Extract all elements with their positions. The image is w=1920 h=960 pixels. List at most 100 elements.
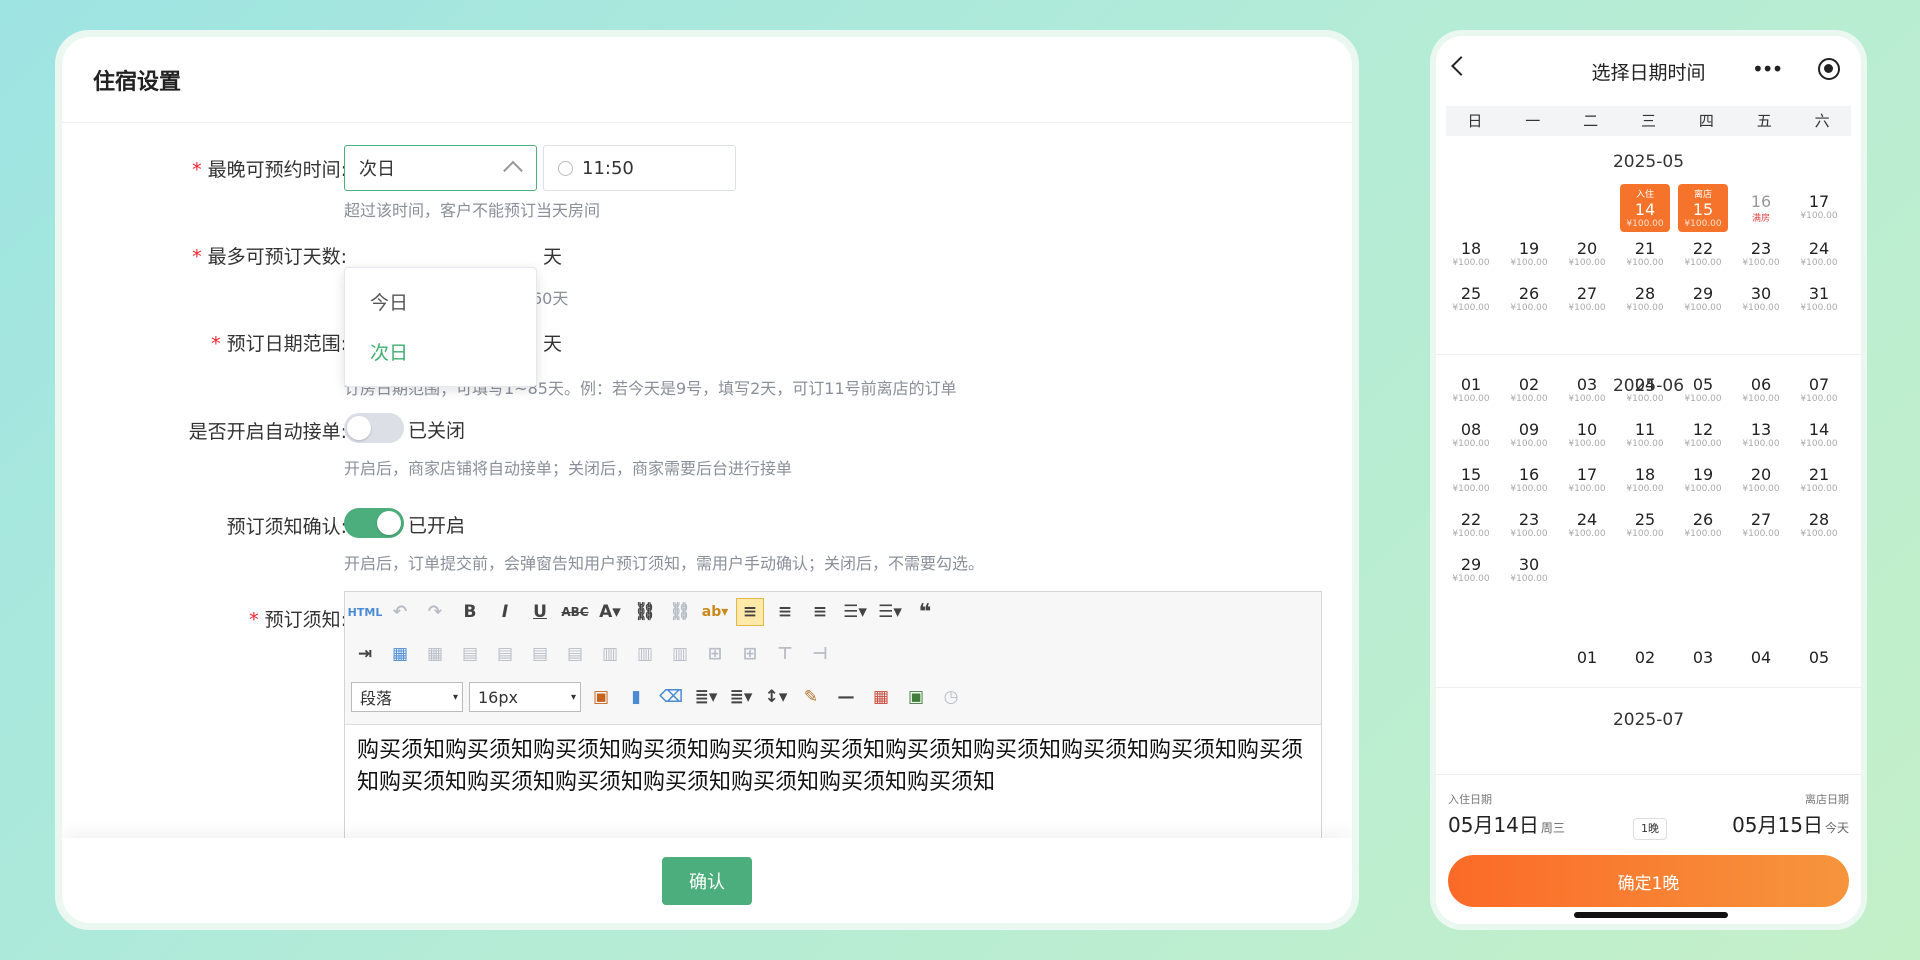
indent-icon[interactable]: ⇥ — [351, 640, 379, 668]
confirm-button[interactable]: 确认 — [662, 856, 752, 905]
calendar-day[interactable]: 10 ¥100.00 — [1562, 412, 1612, 460]
strikethrough-icon[interactable]: ABC — [561, 598, 589, 626]
calendar-day[interactable]: 17 ¥100.00 — [1794, 184, 1844, 232]
calendar-day[interactable]: 18 ¥100.00 — [1446, 231, 1496, 279]
row-spacing-icon[interactable]: ≣▾ — [727, 683, 755, 711]
calendar-day[interactable]: 13 ¥100.00 — [1736, 412, 1786, 460]
html-source-icon[interactable]: HTML — [348, 598, 383, 626]
font-color-icon[interactable]: A▾ — [596, 598, 624, 626]
merge-right-icon[interactable]: ⊞ — [736, 640, 764, 668]
highlight-icon[interactable]: ab▾ — [701, 598, 729, 626]
bullet-list-icon[interactable]: ☰▾ — [841, 598, 869, 626]
more-icon[interactable]: ••• — [1752, 57, 1783, 81]
table-delete-icon[interactable]: ▦ — [421, 640, 449, 668]
calendar-day[interactable]: 20 ¥100.00 — [1736, 457, 1786, 505]
unlink-icon[interactable]: ⛓ — [666, 598, 694, 626]
calendar-day[interactable]: 21 ¥100.00 — [1794, 457, 1844, 505]
calendar-day[interactable]: 29 ¥100.00 — [1678, 276, 1728, 324]
format-brush-icon[interactable]: ✎ — [797, 683, 825, 711]
calendar-day[interactable]: 18 ¥100.00 — [1620, 457, 1670, 505]
calendar-day[interactable]: 22 ¥100.00 — [1678, 231, 1728, 279]
calendar-day[interactable]: 22 ¥100.00 — [1446, 502, 1496, 550]
align-left-icon[interactable]: ≡ — [736, 598, 764, 626]
link-icon[interactable]: ⛓ — [631, 598, 659, 626]
calendar-day[interactable]: 04 — [1736, 640, 1786, 688]
calendar-day[interactable]: 26 ¥100.00 — [1678, 502, 1728, 550]
calendar-day[interactable]: 16 满房 — [1736, 184, 1786, 232]
notice-confirm-toggle[interactable] — [344, 508, 404, 538]
calendar-day[interactable]: 17 ¥100.00 — [1562, 457, 1612, 505]
calendar-day[interactable]: 25 ¥100.00 — [1620, 502, 1670, 550]
calendar-day[interactable]: 25 ¥100.00 — [1446, 276, 1496, 324]
calendar-day[interactable]: 03 — [1678, 640, 1728, 688]
align-right-icon[interactable]: ≡ — [806, 598, 834, 626]
quote-icon[interactable]: ❝ — [911, 598, 939, 626]
calendar-day[interactable]: 29 ¥100.00 — [1446, 547, 1496, 595]
auto-accept-toggle[interactable] — [344, 413, 404, 443]
eraser-icon[interactable]: ⌫ — [657, 683, 685, 711]
redo-icon[interactable]: ↷ — [421, 598, 449, 626]
calendar-day[interactable]: 24 ¥100.00 — [1794, 231, 1844, 279]
dropdown-option-today[interactable]: 今日 — [345, 278, 536, 328]
line-height-icon[interactable]: ↕▾ — [762, 683, 790, 711]
calendar-day[interactable]: 09 ¥100.00 — [1504, 412, 1554, 460]
delete-col-icon[interactable]: ▥ — [666, 640, 694, 668]
video-icon[interactable]: ▮ — [622, 683, 650, 711]
merge-down-icon[interactable]: ⊤ — [771, 640, 799, 668]
calendar-day[interactable]: 16 ¥100.00 — [1504, 457, 1554, 505]
calendar-day[interactable]: 02 — [1620, 640, 1670, 688]
dropdown-option-tomorrow[interactable]: 次日 — [345, 328, 536, 378]
calendar-day[interactable]: 离店 15 ¥100.00 — [1678, 184, 1728, 232]
insert-table-icon[interactable]: ▦ — [386, 640, 414, 668]
paragraph-select[interactable]: 段落 ▾ — [351, 682, 463, 712]
calendar-day[interactable]: 19 ¥100.00 — [1504, 231, 1554, 279]
calendar-day[interactable]: 31 ¥100.00 — [1794, 276, 1844, 324]
confirm-nights-button[interactable]: 确定1晚 — [1448, 855, 1849, 907]
calendar-day[interactable]: 12 ¥100.00 — [1678, 412, 1728, 460]
calendar-day[interactable]: 30 ¥100.00 — [1736, 276, 1786, 324]
picture-icon[interactable]: ▣ — [902, 683, 930, 711]
insert-row-below-icon[interactable]: ▤ — [526, 640, 554, 668]
font-size-select[interactable]: 16px ▾ — [469, 682, 581, 712]
delete-row-icon[interactable]: ▤ — [561, 640, 589, 668]
calendar-day[interactable]: 19 ¥100.00 — [1678, 457, 1728, 505]
calendar-day[interactable]: 05 — [1794, 640, 1844, 688]
calendar-day[interactable]: 27 ¥100.00 — [1562, 276, 1612, 324]
calendar-day[interactable]: 20 ¥100.00 — [1562, 231, 1612, 279]
calendar-day[interactable]: 24 ¥100.00 — [1562, 502, 1612, 550]
calendar-day[interactable]: 27 ¥100.00 — [1736, 502, 1786, 550]
table-title-icon[interactable]: ▤ — [456, 640, 484, 668]
calendar-day[interactable]: 21 ¥100.00 — [1620, 231, 1670, 279]
split-cells-icon[interactable]: ⊣ — [806, 640, 834, 668]
align-center-icon[interactable]: ≡ — [771, 598, 799, 626]
date-icon[interactable]: ▦ — [867, 683, 895, 711]
time-icon[interactable]: ◷ — [937, 683, 965, 711]
insert-col-right-icon[interactable]: ▥ — [631, 640, 659, 668]
undo-icon[interactable]: ↶ — [386, 598, 414, 626]
calendar-day[interactable]: 15 ¥100.00 — [1446, 457, 1496, 505]
calendar-day[interactable]: 28 ¥100.00 — [1620, 276, 1670, 324]
image-icon[interactable]: ▣ — [587, 683, 615, 711]
bold-icon[interactable]: B — [456, 598, 484, 626]
calendar-day[interactable]: 入住 14 ¥100.00 — [1620, 184, 1670, 232]
italic-icon[interactable]: I — [491, 598, 519, 626]
calendar-day[interactable]: 08 ¥100.00 — [1446, 412, 1496, 460]
capsule-close-icon[interactable] — [1818, 58, 1840, 80]
paragraph-format-icon[interactable]: ≣▾ — [692, 683, 720, 711]
insert-col-left-icon[interactable]: ▥ — [596, 640, 624, 668]
merge-cells-icon[interactable]: ⊞ — [701, 640, 729, 668]
calendar-day[interactable]: 14 ¥100.00 — [1794, 412, 1844, 460]
day-select[interactable]: 次日 — [344, 145, 537, 191]
calendar-day[interactable]: 28 ¥100.00 — [1794, 502, 1844, 550]
underline-icon[interactable]: U — [526, 598, 554, 626]
horizontal-rule-icon[interactable]: — — [832, 683, 860, 711]
calendar-day[interactable]: 26 ¥100.00 — [1504, 276, 1554, 324]
insert-row-above-icon[interactable]: ▤ — [491, 640, 519, 668]
calendar-day[interactable]: 11 ¥100.00 — [1620, 412, 1670, 460]
number-list-icon[interactable]: ☰▾ — [876, 598, 904, 626]
editor-content[interactable]: 购买须知购买须知购买须知购买须知购买须知购买须知购买须知购买须知购买须知购买须知… — [345, 725, 1321, 809]
calendar-day[interactable]: 01 — [1562, 640, 1612, 688]
calendar-day[interactable]: 23 ¥100.00 — [1504, 502, 1554, 550]
calendar-day[interactable]: 30 ¥100.00 — [1504, 547, 1554, 595]
calendar-day[interactable]: 23 ¥100.00 — [1736, 231, 1786, 279]
